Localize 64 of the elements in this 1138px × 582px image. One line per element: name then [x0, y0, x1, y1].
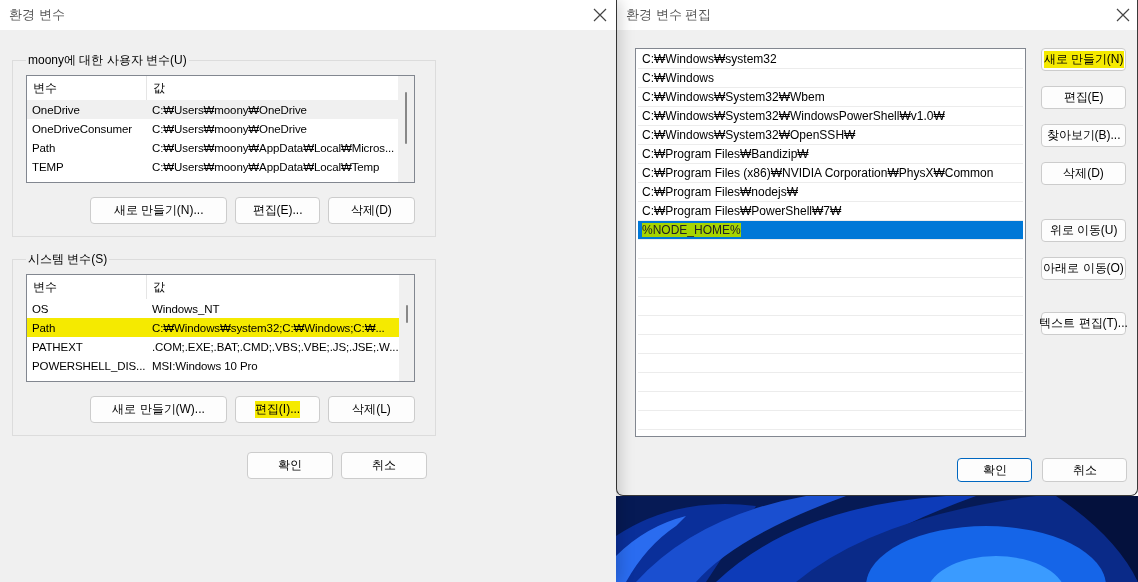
dialog-button[interactable]: 취소 [1042, 458, 1127, 482]
window-title: 환경 변수 편집 [626, 6, 712, 24]
variable-list[interactable]: 변수 값 OS Windows_NT Path C:₩Windows₩system32;C:₩Windows;C:₩... PATHEXT .COM;.EXE;.BAT;.CMD;.VBS;.VBE;.JS;.JSE;.W... POWERSHELL_DIS... MSI:Windows 10 Pro [26, 274, 415, 382]
dialog-button[interactable]: 새로 만들기(N) [1041, 48, 1126, 71]
path-entry[interactable]: C:₩Program Files₩nodejs₩ [638, 183, 1023, 202]
dialog-button[interactable]: 취소 [341, 452, 427, 479]
list-row[interactable]: Path C:₩Users₩moony₩AppData₩Local₩Micros... [27, 138, 398, 157]
scrollbar-thumb[interactable] [405, 92, 407, 144]
column-header[interactable]: 값 [147, 76, 398, 100]
scrollbar-thumb[interactable] [405, 305, 408, 323]
dialog-button[interactable]: 확인 [957, 458, 1032, 482]
variable-list[interactable]: 변수 값 OneDrive C:₩Users₩moony₩OneDrive OneDriveConsumer C:₩Users₩moony₩OneDrive Path C:₩Users₩moony₩AppData₩Local₩Micros... TEMP C:₩Users₩moony₩AppData₩Local₩Temp [26, 75, 415, 183]
dialog-button[interactable]: 텍스트 편집(T)... [1041, 312, 1126, 335]
variable-value: C:₩Users₩moony₩AppData₩Local₩Micros... [151, 141, 396, 154]
path-entry[interactable]: C:₩Windows₩System32₩WindowsPowerShell₩v1.0₩ [638, 107, 1023, 126]
list-row[interactable]: PATHEXT .COM;.EXE;.BAT;.CMD;.VBS;.VBE;.JS;.JSE;.W... [27, 337, 399, 356]
variable-name: OneDriveConsumer [31, 122, 134, 135]
variable-value: .COM;.EXE;.BAT;.CMD;.VBS;.VBE;.JS;.JSE;.W... [151, 340, 399, 353]
path-entry[interactable]: C:₩Windows₩System32₩Wbem [638, 88, 1023, 107]
window-title: 환경 변수 [9, 6, 65, 24]
dialog-button[interactable]: 삭제(D) [328, 197, 415, 224]
close-icon[interactable] [592, 7, 608, 23]
variable-name: TEMP [31, 160, 65, 173]
scrollbar[interactable] [398, 76, 414, 182]
column-header[interactable]: 값 [147, 275, 399, 299]
variable-value: C:₩Users₩moony₩AppData₩Local₩Temp [151, 160, 381, 173]
list-row[interactable]: TEMP C:₩Users₩moony₩AppData₩Local₩Temp [27, 157, 398, 176]
dialog-button[interactable]: 삭제(D) [1041, 162, 1126, 185]
dialog-button[interactable]: 아래로 이동(O) [1041, 257, 1126, 280]
list-row[interactable]: OneDriveConsumer C:₩Users₩moony₩OneDrive [27, 119, 398, 138]
list-row[interactable]: POWERSHELL_DIS... MSI:Windows 10 Pro [27, 356, 399, 375]
path-entry[interactable]: C:₩Program Files (x86)₩NVIDIA Corporation₩PhysX₩Common [638, 164, 1023, 183]
group-label: moony에 대한 사용자 변수(U) [27, 52, 188, 69]
path-entry[interactable]: C:₩Windows₩System32₩OpenSSH₩ [638, 126, 1023, 145]
column-header[interactable]: 변수 [27, 275, 147, 299]
variable-value: Windows_NT [151, 302, 221, 315]
path-entry[interactable]: C:₩Program Files₩Bandizip₩ [638, 145, 1023, 164]
group-label: 시스템 변수(S) [27, 251, 109, 268]
dialog-button[interactable]: 새로 만들기(W)... [90, 396, 227, 423]
variable-name: OneDrive [31, 103, 81, 116]
dialog-button[interactable]: 새로 만들기(N)... [90, 197, 227, 224]
variable-name: OS [31, 302, 50, 315]
scrollbar[interactable] [398, 275, 414, 381]
variable-name: POWERSHELL_DIS... [31, 359, 147, 372]
dialog-button[interactable]: 편집(E)... [235, 197, 320, 224]
dialog-button[interactable]: 삭제(L) [328, 396, 415, 423]
path-list[interactable] [635, 48, 1026, 437]
path-entry[interactable]: C:₩Windows [638, 69, 1023, 88]
path-entry[interactable]: C:₩Windows₩system32 [638, 50, 1023, 69]
path-entry[interactable]: %NODE_HOME% [638, 221, 1023, 240]
list-row[interactable]: OS Windows_NT [27, 299, 399, 318]
variable-name: Path [31, 141, 57, 154]
list-row[interactable]: OneDrive C:₩Users₩moony₩OneDrive [27, 100, 398, 119]
dialog-button[interactable]: 편집(E) [1041, 86, 1126, 109]
variable-value: C:₩Users₩moony₩OneDrive [151, 103, 308, 116]
dialog-button[interactable]: 위로 이동(U) [1041, 219, 1126, 242]
variable-value: MSI:Windows 10 Pro [151, 359, 259, 372]
list-row[interactable]: Path C:₩Windows₩system32;C:₩Windows;C:₩... [27, 318, 399, 337]
variable-name: PATHEXT [31, 340, 84, 353]
close-icon[interactable] [1115, 7, 1131, 23]
dialog-button[interactable]: 확인 [247, 452, 333, 479]
dialog-button[interactable]: 찾아보기(B)... [1041, 124, 1126, 147]
variable-value: C:₩Users₩moony₩OneDrive [151, 122, 308, 135]
dialog-button[interactable]: 편집(I)... [235, 396, 320, 423]
